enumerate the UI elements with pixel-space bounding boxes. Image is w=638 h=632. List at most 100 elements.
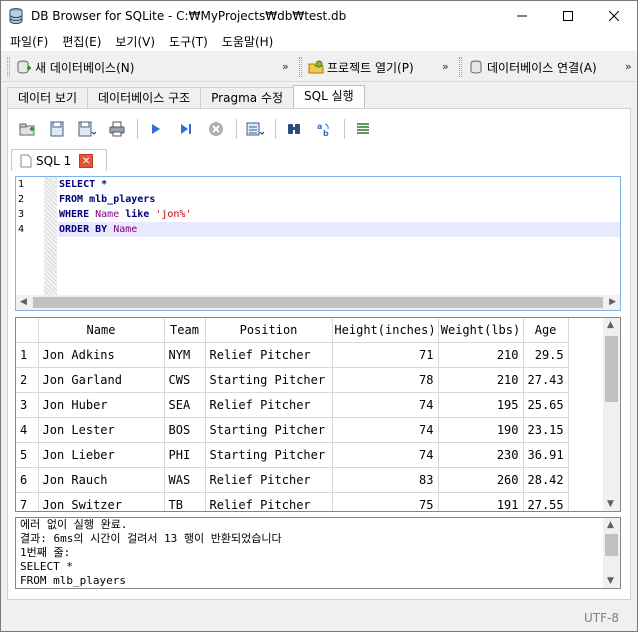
column-header[interactable]: Position (205, 318, 333, 343)
menu-tools[interactable]: 도구(T) (162, 33, 215, 50)
table-cell[interactable]: 27.55 (523, 492, 569, 511)
scroll-up-icon[interactable]: ▲ (607, 520, 614, 530)
open-sql-file-button[interactable] (45, 117, 69, 141)
code-line[interactable]: ORDER BY Name (58, 222, 620, 237)
scroll-right-icon[interactable]: ▶ (609, 297, 616, 307)
table-cell[interactable]: 74 (332, 392, 439, 418)
execute-line-button[interactable] (174, 117, 198, 141)
table-cell[interactable]: 28.42 (523, 467, 569, 493)
table-cell[interactable]: NYM (164, 342, 206, 368)
new-database-button[interactable]: 새 데이터베이스(N) (7, 55, 134, 79)
table-cell[interactable]: Relief Pitcher (205, 342, 333, 368)
find-replace-button[interactable]: ab (312, 117, 336, 141)
code-line[interactable]: WHERE Name like 'jon%' (58, 207, 620, 222)
table-row[interactable]: 4 Jon Lester BOS Starting Pitcher 74 190 23.15 (16, 417, 569, 443)
row-number[interactable]: 1 (16, 342, 39, 368)
table-cell[interactable]: CWS (164, 367, 206, 393)
comment-block-button[interactable] (351, 117, 375, 141)
table-row[interactable]: 3 Jon Huber SEA Relief Pitcher 74 195 25.65 (16, 392, 569, 418)
column-header[interactable]: Weight(lbs) (438, 318, 524, 343)
table-cell[interactable]: 27.43 (523, 367, 569, 393)
tab-browse-data[interactable]: 데이터 보기 (7, 87, 89, 108)
table-cell[interactable]: Starting Pitcher (205, 442, 333, 468)
toolbar-overflow-icon[interactable]: » (442, 60, 449, 73)
table-cell[interactable]: 210 (438, 342, 524, 368)
table-cell[interactable]: Relief Pitcher (205, 467, 333, 493)
table-cell[interactable]: PHI (164, 442, 206, 468)
scrollbar-thumb[interactable] (605, 534, 618, 556)
table-cell[interactable]: 36.91 (523, 442, 569, 468)
save-sql-file-button[interactable] (75, 117, 99, 141)
menu-view[interactable]: 보기(V) (108, 33, 162, 50)
table-cell[interactable]: 210 (438, 367, 524, 393)
open-project-button[interactable]: 프로젝트 열기(P) (299, 55, 414, 79)
table-cell[interactable]: Jon Rauch (38, 467, 165, 493)
row-number[interactable]: 6 (16, 467, 39, 493)
row-number[interactable]: 4 (16, 417, 39, 443)
row-header-corner[interactable] (16, 318, 39, 343)
column-header[interactable]: Height(inches) (332, 318, 439, 343)
scroll-up-icon[interactable]: ▲ (607, 320, 614, 330)
save-results-button[interactable] (243, 117, 267, 141)
table-cell[interactable]: 74 (332, 417, 439, 443)
minimize-button[interactable] (499, 1, 545, 31)
menu-help[interactable]: 도움말(H) (215, 33, 281, 50)
table-cell[interactable]: Starting Pitcher (205, 367, 333, 393)
code-line[interactable]: SELECT * (58, 177, 620, 192)
row-number[interactable]: 5 (16, 442, 39, 468)
table-cell[interactable]: Jon Garland (38, 367, 165, 393)
find-button[interactable] (282, 117, 306, 141)
table-cell[interactable]: 74 (332, 442, 439, 468)
row-number[interactable]: 2 (16, 367, 39, 393)
attach-database-button[interactable]: 데이터베이스 연결(A) (459, 55, 597, 79)
sql-editor-tab[interactable]: SQL 1 ✕ (11, 149, 107, 171)
menu-file[interactable]: 파일(F) (3, 33, 55, 50)
table-cell[interactable]: 75 (332, 492, 439, 511)
message-vertical-scrollbar[interactable]: ▲ ▼ (603, 518, 620, 588)
table-cell[interactable]: 71 (332, 342, 439, 368)
row-number[interactable]: 3 (16, 392, 39, 418)
table-cell[interactable]: BOS (164, 417, 206, 443)
close-tab-icon[interactable]: ✕ (79, 153, 94, 168)
stop-execution-button[interactable] (204, 117, 228, 141)
table-cell[interactable]: 83 (332, 467, 439, 493)
table-cell[interactable]: Relief Pitcher (205, 492, 333, 511)
scroll-down-icon[interactable]: ▼ (607, 499, 614, 509)
table-cell[interactable]: 23.15 (523, 417, 569, 443)
table-cell[interactable]: Jon Lester (38, 417, 165, 443)
execute-all-button[interactable] (144, 117, 168, 141)
maximize-button[interactable] (545, 1, 591, 31)
table-row[interactable]: 5 Jon Lieber PHI Starting Pitcher 74 230 36.91 (16, 442, 569, 468)
table-cell[interactable]: Jon Huber (38, 392, 165, 418)
table-cell[interactable]: 230 (438, 442, 524, 468)
print-button[interactable] (105, 117, 129, 141)
table-cell[interactable]: WAS (164, 467, 206, 493)
table-cell[interactable]: 191 (438, 492, 524, 511)
open-tab-button[interactable] (15, 117, 39, 141)
scrollbar-thumb[interactable] (33, 297, 603, 308)
code-area[interactable]: SELECT * FROM mlb_players WHERE Name like … (58, 177, 620, 237)
tab-database-structure[interactable]: 데이터베이스 구조 (87, 87, 202, 108)
table-cell[interactable]: 25.65 (523, 392, 569, 418)
code-line[interactable]: FROM mlb_players (58, 192, 620, 207)
table-row[interactable]: 1 Jon Adkins NYM Relief Pitcher 71 210 29.5 (16, 342, 569, 368)
sql-editor[interactable]: 1 2 3 4 SELECT * FROM mlb_players WHERE Na… (15, 176, 621, 311)
table-row[interactable]: 7 Jon Switzer TB Relief Pitcher 75 191 27.55 (16, 492, 569, 511)
column-header[interactable]: Name (38, 318, 165, 343)
tab-edit-pragmas[interactable]: Pragma 수정 (200, 87, 295, 108)
toolbar-overflow-icon[interactable]: » (282, 60, 289, 73)
scroll-left-icon[interactable]: ◀ (20, 297, 27, 307)
menu-edit[interactable]: 편집(E) (55, 33, 108, 50)
tab-execute-sql[interactable]: SQL 실행 (293, 85, 365, 108)
table-cell[interactable]: TB (164, 492, 206, 511)
editor-horizontal-scrollbar[interactable]: ◀ ▶ (16, 295, 620, 310)
close-window-button[interactable] (591, 1, 637, 31)
table-cell[interactable]: SEA (164, 392, 206, 418)
table-cell[interactable]: 260 (438, 467, 524, 493)
table-cell[interactable]: Jon Switzer (38, 492, 165, 511)
table-cell[interactable]: 195 (438, 392, 524, 418)
results-vertical-scrollbar[interactable]: ▲ ▼ (603, 318, 620, 511)
table-cell[interactable]: 29.5 (523, 342, 569, 368)
scroll-down-icon[interactable]: ▼ (607, 576, 614, 586)
table-cell[interactable]: Jon Lieber (38, 442, 165, 468)
